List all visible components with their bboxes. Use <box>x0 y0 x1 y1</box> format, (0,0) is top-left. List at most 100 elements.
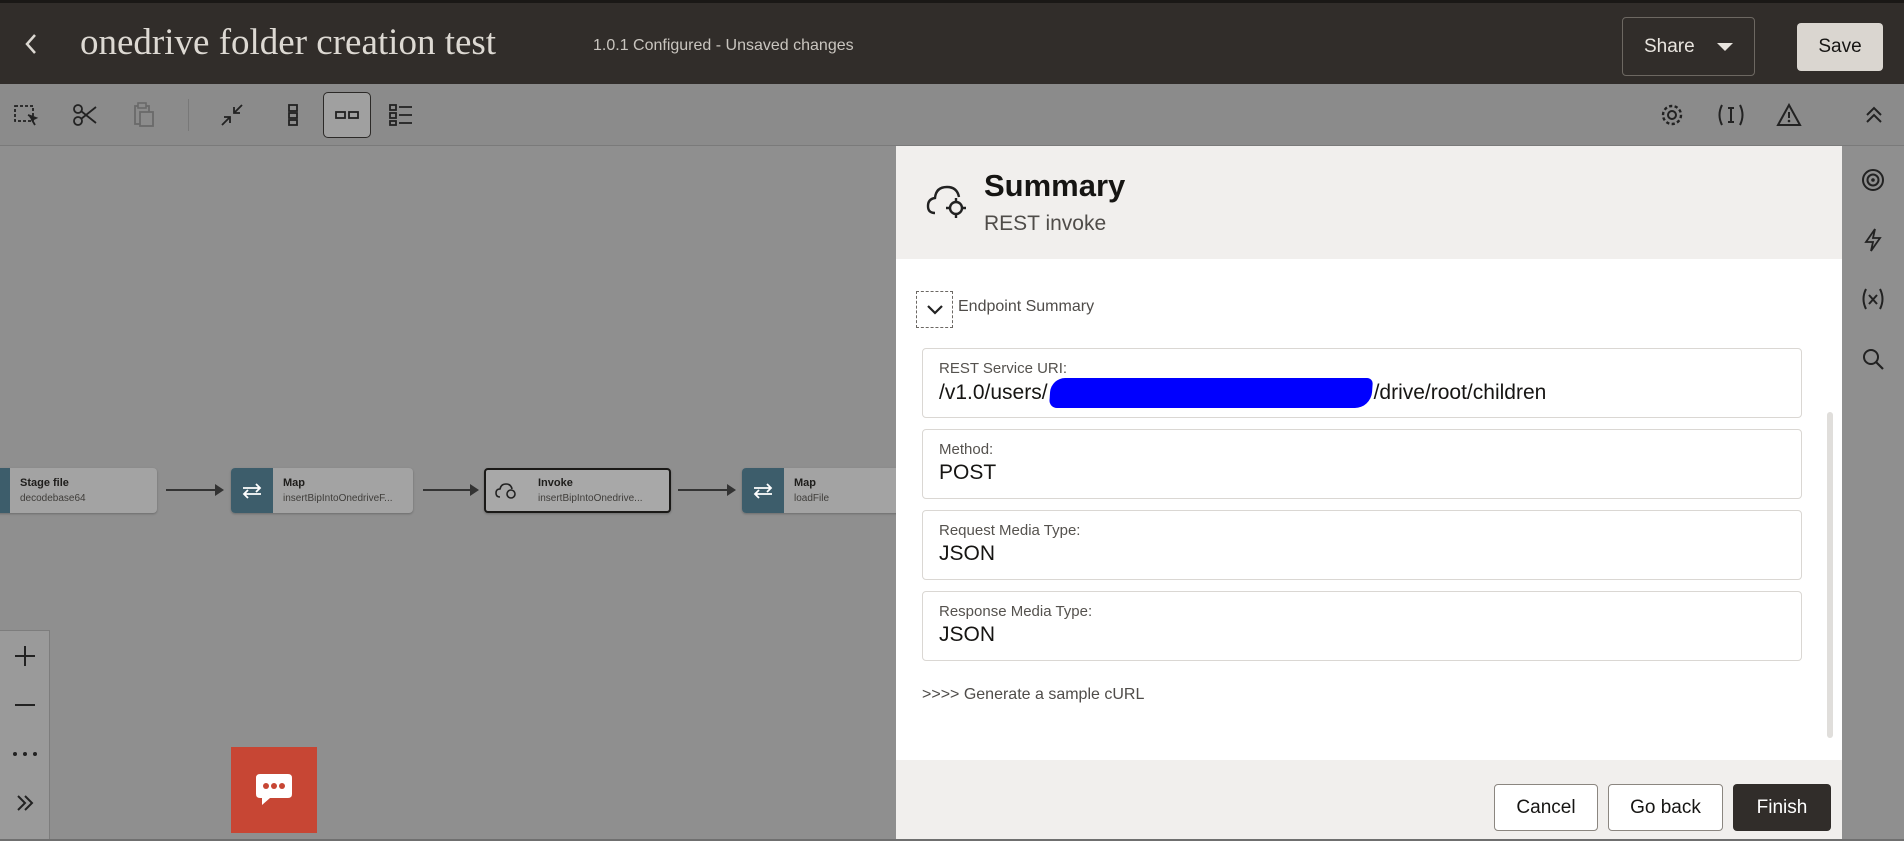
vertical-layout-button[interactable] <box>269 92 317 138</box>
cloud-invoke-icon <box>486 470 528 511</box>
canvas-node-map[interactable]: Map insertBipIntoOnedriveF... <box>231 468 413 513</box>
field-label: Request Media Type: <box>939 522 1081 539</box>
chat-bubble-icon <box>256 774 292 805</box>
cloud-invoke-icon <box>926 182 968 225</box>
map-arrows-icon <box>742 468 784 513</box>
more-options-button[interactable] <box>0 729 50 778</box>
target-icon <box>1862 169 1884 191</box>
node-title: Map <box>283 476 305 489</box>
chevrons-right-icon <box>17 794 34 811</box>
flow-connector <box>423 484 479 496</box>
field-label: Method: <box>939 441 994 458</box>
minus-icon <box>15 703 35 706</box>
request-media-field: Request Media Type: JSON <box>922 510 1802 580</box>
collapse-button[interactable] <box>208 92 256 138</box>
zoom-in-button[interactable] <box>0 631 50 680</box>
field-value: /v1.0/users/ /drive/root/children <box>939 378 1785 408</box>
summary-drawer: Summary REST invoke Endpoint Summary RES… <box>896 146 1842 841</box>
horizontal-layout-button[interactable] <box>323 92 371 138</box>
select-region-icon <box>14 105 39 126</box>
share-button[interactable]: Share <box>1622 17 1755 76</box>
field-value: JSON <box>939 542 996 565</box>
cut-button[interactable] <box>61 92 109 138</box>
tracking-button[interactable] <box>1707 92 1755 138</box>
field-label: REST Service URI: <box>939 360 1068 377</box>
field-value: JSON <box>939 623 996 646</box>
clipboard-icon <box>134 102 154 127</box>
integration-title: onedrive folder creation test <box>80 22 497 63</box>
canvas-toolbar <box>0 84 1904 146</box>
cancel-button[interactable]: Cancel <box>1494 784 1598 831</box>
drawer-title: Summary <box>984 168 1126 203</box>
rest-uri-field: REST Service URI: /v1.0/users/ /drive/ro… <box>922 348 1802 418</box>
canvas-node-invoke[interactable]: Invoke insertBipIntoOnedrive... <box>484 468 671 513</box>
collapse-arrows-icon <box>221 104 243 126</box>
details-layout-icon <box>389 104 412 126</box>
endpoint-summary-toggle[interactable] <box>916 291 953 328</box>
gear-icon <box>1661 104 1683 126</box>
warning-icon <box>1776 103 1802 126</box>
node-subtitle: loadFile <box>794 492 830 504</box>
settings-button[interactable] <box>1648 92 1696 138</box>
details-layout-button[interactable] <box>377 92 425 138</box>
flow-connector <box>678 484 736 496</box>
endpoint-summary-label: Endpoint Summary <box>958 298 1095 315</box>
node-subtitle: insertBipIntoOnedriveF... <box>283 492 393 504</box>
finish-button[interactable]: Finish <box>1733 784 1831 831</box>
toolbar-divider <box>188 99 189 131</box>
scissors-icon <box>73 104 97 126</box>
select-region-button[interactable] <box>2 92 50 138</box>
canvas-node-stage-file[interactable]: Stage file decodebase64 <box>0 468 157 513</box>
chevron-left-icon <box>25 34 36 54</box>
app-header: onedrive folder creation test 1.0.1 Conf… <box>0 0 1904 84</box>
field-value: POST <box>939 461 997 484</box>
zoom-controls <box>0 630 50 841</box>
canvas-node-map-loadfile[interactable]: Map loadFile <box>742 468 902 513</box>
horizontal-layout-icon <box>335 111 359 119</box>
generate-curl-link[interactable]: >>>> Generate a sample cURL <box>922 686 1144 704</box>
target-button[interactable] <box>1848 155 1898 205</box>
chat-button[interactable] <box>231 747 317 833</box>
chevron-down-icon <box>926 304 943 315</box>
ellipsis-icon <box>13 751 37 756</box>
node-title: Stage file <box>20 476 69 489</box>
redaction-mark <box>1048 378 1373 408</box>
paste-button[interactable] <box>120 92 168 138</box>
share-label: Share <box>1644 35 1695 57</box>
response-media-field: Response Media Type: JSON <box>922 591 1802 661</box>
back-button[interactable] <box>18 29 44 59</box>
tracking-variable-icon <box>1718 104 1744 126</box>
node-subtitle: decodebase64 <box>20 492 86 504</box>
stage-file-icon <box>0 468 10 513</box>
node-subtitle: insertBipIntoOnedrive... <box>538 492 643 504</box>
collapse-header-button[interactable] <box>1850 92 1898 138</box>
drawer-scrollbar[interactable] <box>1827 412 1833 738</box>
drawer-header: Summary REST invoke <box>896 146 1842 259</box>
method-field: Method: POST <box>922 429 1802 499</box>
integration-status: 1.0.1 Configured - Unsaved changes <box>593 37 854 54</box>
save-button[interactable]: Save <box>1797 23 1883 71</box>
zoom-out-button[interactable] <box>0 680 50 729</box>
node-title: Invoke <box>538 476 573 489</box>
warnings-button[interactable] <box>1765 92 1813 138</box>
search-icon <box>1863 349 1884 370</box>
search-button[interactable] <box>1848 334 1898 384</box>
right-rail <box>1842 146 1904 841</box>
chevrons-up-icon <box>1866 106 1882 123</box>
lightning-icon <box>1864 228 1882 252</box>
caret-down-icon <box>1716 42 1733 51</box>
flow-connector <box>166 484 224 496</box>
vertical-layout-icon <box>288 104 298 126</box>
actions-button[interactable] <box>1848 215 1898 265</box>
field-label: Response Media Type: <box>939 603 1093 620</box>
node-title: Map <box>794 476 816 489</box>
drawer-footer: Cancel Go back Finish <box>896 760 1842 841</box>
uri-prefix: /v1.0/users/ <box>939 381 1048 404</box>
go-back-button[interactable]: Go back <box>1608 784 1723 831</box>
variables-button[interactable] <box>1848 274 1898 324</box>
integration-canvas[interactable]: Stage file decodebase64 Map insertBipInt… <box>0 146 902 841</box>
map-arrows-icon <box>231 468 273 513</box>
drawer-subtitle: REST invoke <box>984 212 1107 235</box>
uri-suffix: /drive/root/children <box>1373 381 1547 404</box>
expand-panel-button[interactable] <box>0 778 50 827</box>
